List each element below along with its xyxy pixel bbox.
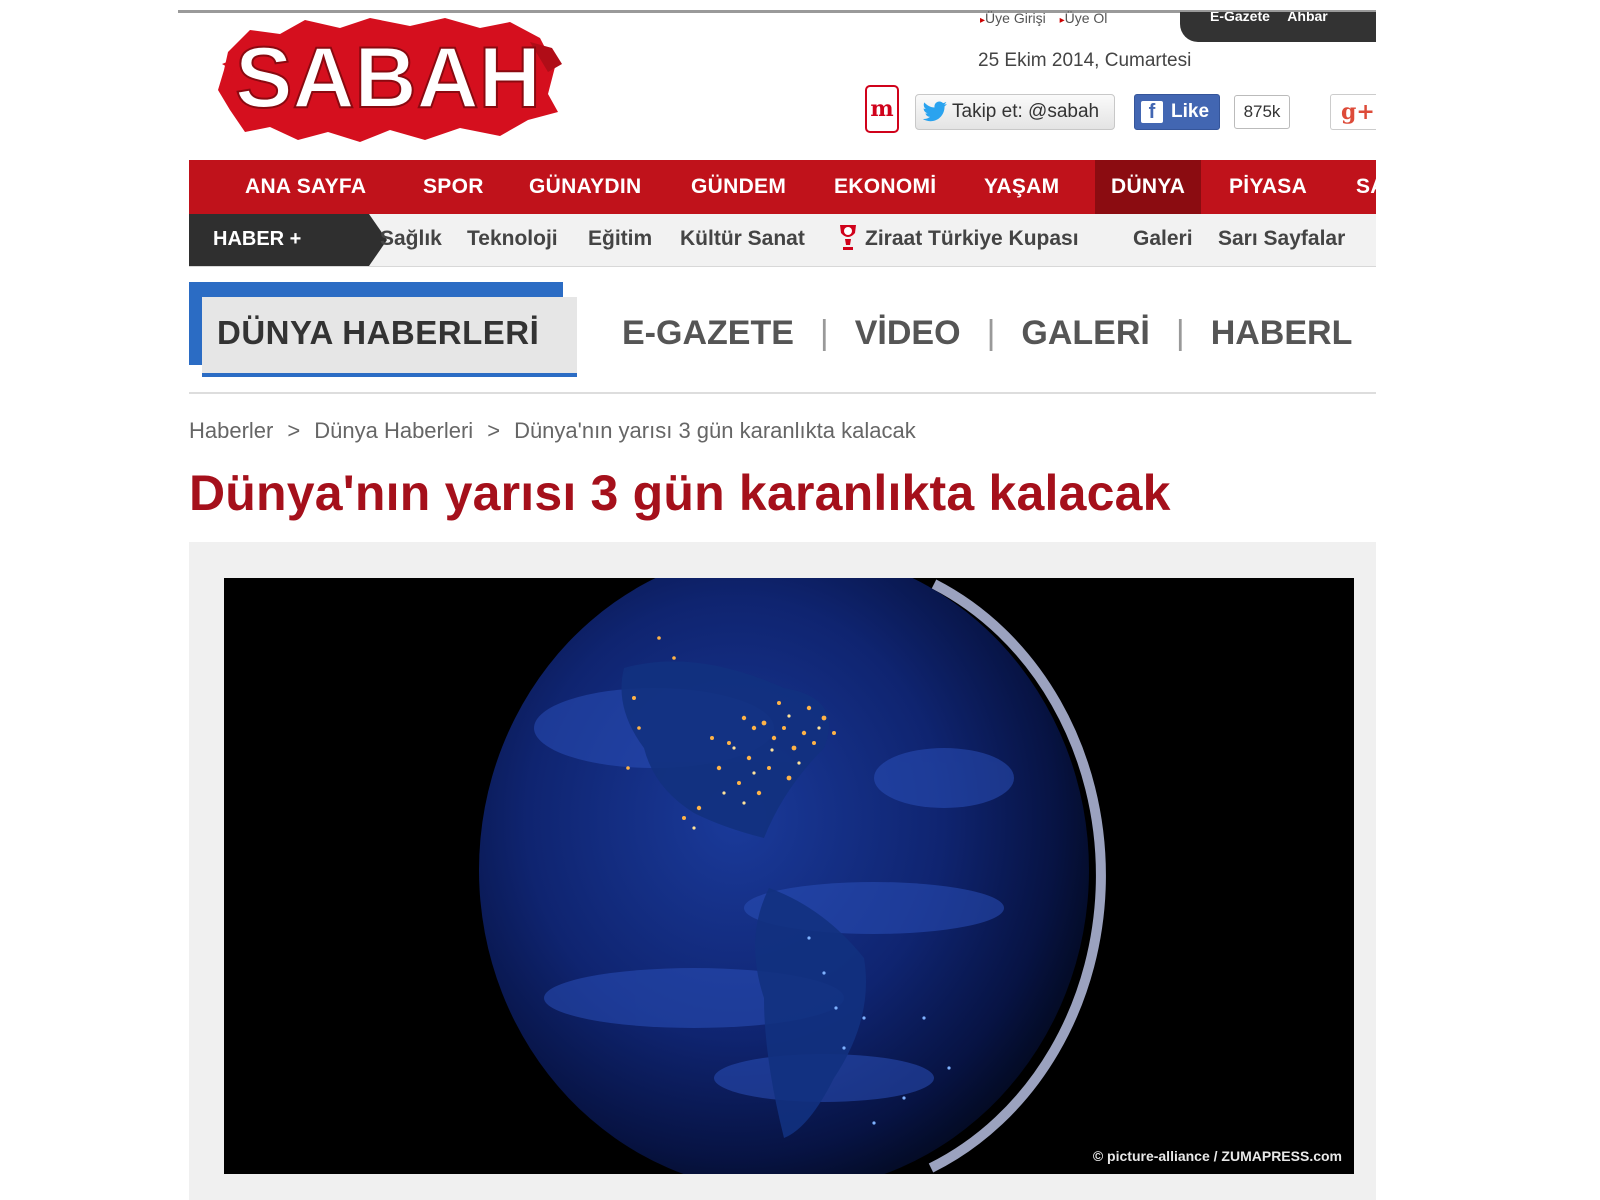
sub-nav: HABER + Sağlık Teknoloji Eğitim Kültür S… bbox=[189, 214, 1376, 267]
earth-illustration bbox=[224, 578, 1354, 1174]
nav-ekonomi[interactable]: EKONOMİ bbox=[834, 160, 936, 214]
m-icon[interactable]: m bbox=[865, 85, 899, 133]
breadcrumb: Haberler > Dünya Haberleri > Dünya'nın yarıs… bbox=[189, 418, 916, 443]
facebook-like-label: Like bbox=[1171, 101, 1210, 122]
nav-gunaydin[interactable]: GÜNAYDIN bbox=[529, 160, 641, 214]
nav-sa[interactable]: SA bbox=[1356, 160, 1376, 214]
subnav-teknoloji[interactable]: Teknoloji bbox=[467, 214, 558, 266]
ziraat-cup-icon bbox=[840, 225, 856, 250]
nav-dunya[interactable]: DÜNYA bbox=[1095, 160, 1202, 214]
haber-plus-tab[interactable]: HABER + bbox=[189, 214, 387, 266]
breadcrumb-dunya-haberleri[interactable]: Dünya Haberleri bbox=[314, 418, 473, 443]
m-icon-label: m bbox=[870, 96, 894, 122]
nav-gundem[interactable]: GÜNDEM bbox=[691, 160, 786, 214]
subnav-sari-sayfalar[interactable]: Sarı Sayfalar bbox=[1218, 214, 1345, 266]
register-link[interactable]: Üye Ol bbox=[1060, 10, 1108, 26]
facebook-like-count: 875k bbox=[1234, 95, 1290, 129]
page: SABAH Üye Girişi Üye Ol E-Gazete Ahbar 2… bbox=[0, 0, 1600, 1200]
section-link-haberler[interactable]: HABERL bbox=[1211, 314, 1353, 353]
subnav-egitim[interactable]: Eğitim bbox=[588, 214, 652, 266]
subnav-ziraat-kupasi[interactable]: Ziraat Türkiye Kupası bbox=[837, 214, 1079, 266]
nav-piyasa[interactable]: PİYASA bbox=[1229, 160, 1307, 214]
article-headline: Dünya'nın yarısı 3 gün karanlıkta kalaca… bbox=[189, 465, 1171, 521]
google-plus-icon: g+ bbox=[1341, 99, 1375, 125]
date-text: 25 Ekim 2014, Cumartesi bbox=[978, 50, 1192, 71]
egazete-top-link[interactable]: E-Gazete bbox=[1210, 12, 1270, 24]
section-link-video[interactable]: VİDEO bbox=[855, 314, 961, 353]
section-link-galeri[interactable]: GALERİ bbox=[1021, 314, 1149, 353]
twitter-bird-icon bbox=[922, 101, 947, 122]
nav-yasam[interactable]: YAŞAM bbox=[984, 160, 1059, 214]
subnav-saglik[interactable]: Sağlık bbox=[380, 214, 442, 266]
sabah-logo[interactable]: SABAH bbox=[210, 12, 565, 147]
subnav-kultur-sanat[interactable]: Kültür Sanat bbox=[680, 214, 805, 266]
top-dark-tab: E-Gazete Ahbar bbox=[1180, 12, 1376, 42]
ahbar-top-link[interactable]: Ahbar bbox=[1287, 12, 1327, 24]
twitter-follow-button[interactable]: Takip et: @sabah bbox=[915, 94, 1115, 130]
breadcrumb-current: Dünya'nın yarısı 3 gün karanlıkta kalaca… bbox=[514, 418, 916, 443]
nav-ana-sayfa[interactable]: ANA SAYFA bbox=[245, 160, 366, 214]
main-nav: ANA SAYFA SPOR GÜNAYDIN GÜNDEM EKONOMİ Y… bbox=[189, 160, 1376, 214]
section-title: DÜNYA HABERLERİ bbox=[217, 314, 540, 351]
logo-graphic: SABAH bbox=[218, 18, 562, 142]
facebook-like-button[interactable]: f Like bbox=[1134, 94, 1220, 130]
earth-at-night-image[interactable]: © picture-alliance / ZUMAPRESS.com bbox=[224, 578, 1354, 1174]
nav-spor[interactable]: SPOR bbox=[423, 160, 484, 214]
facebook-icon: f bbox=[1141, 101, 1163, 123]
section-divider bbox=[189, 392, 1376, 394]
subnav-ziraat-label: Ziraat Türkiye Kupası bbox=[865, 227, 1079, 250]
google-plus-button[interactable]: g+ bbox=[1330, 94, 1376, 130]
top-links: Üye Girişi Üye Ol bbox=[980, 10, 1140, 40]
logo-text: SABAH bbox=[235, 30, 541, 126]
breadcrumb-haberler[interactable]: Haberler bbox=[189, 418, 273, 443]
subnav-galeri[interactable]: Galeri bbox=[1133, 214, 1193, 266]
login-link[interactable]: Üye Girişi bbox=[980, 10, 1046, 26]
section-links: E-GAZETE | VİDEO | GALERİ | HABERL bbox=[622, 314, 1353, 353]
image-credit: © picture-alliance / ZUMAPRESS.com bbox=[1092, 1148, 1342, 1164]
twitter-follow-label: Takip et: @sabah bbox=[952, 101, 1100, 122]
section-link-egazete[interactable]: E-GAZETE bbox=[622, 314, 794, 353]
